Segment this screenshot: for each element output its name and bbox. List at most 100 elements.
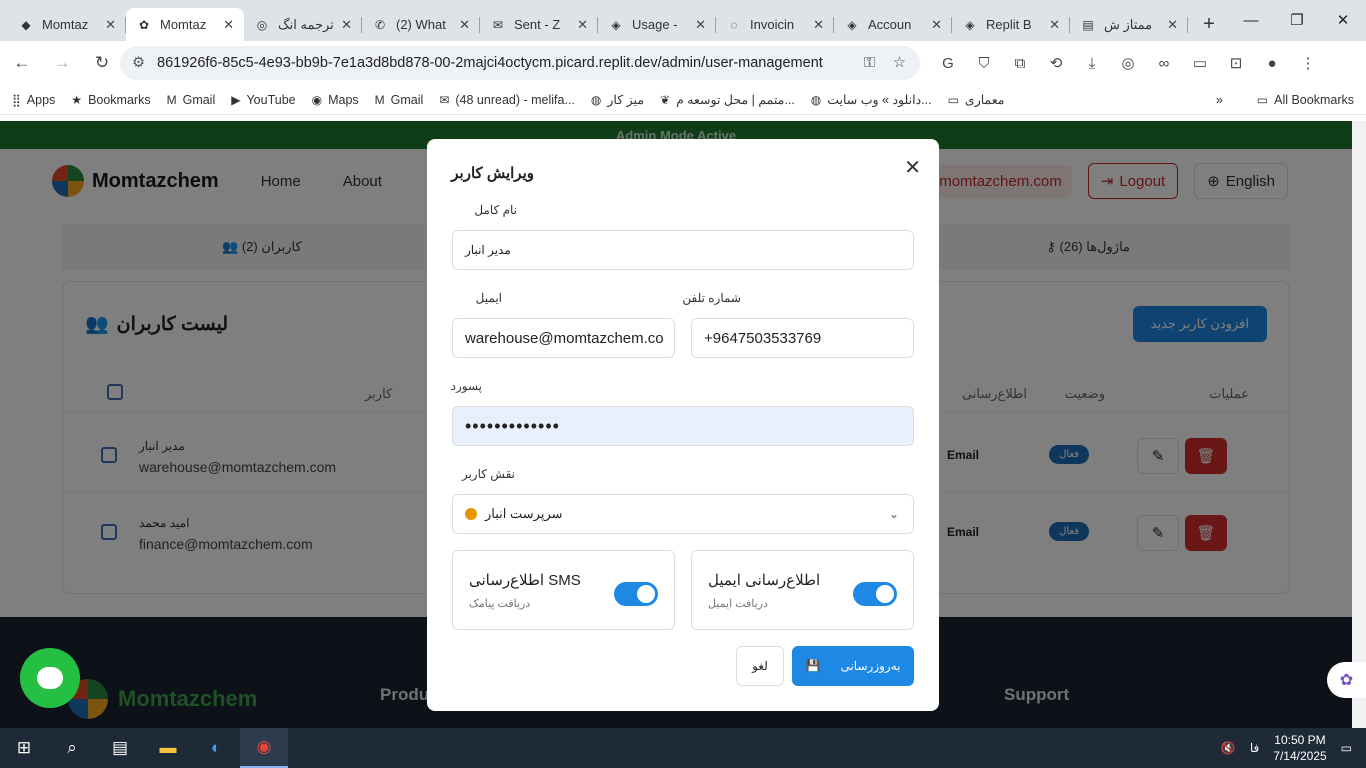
bookmark-item[interactable]: ❦ متمم | محل توسعه م...: [660, 92, 795, 108]
orange-brand-icon: ◆: [21, 17, 31, 32]
tab-close-icon[interactable]: ✕: [931, 17, 942, 33]
browser-tab[interactable]: ◌ Invoicin ✕: [716, 8, 834, 41]
link-icon[interactable]: ∞: [1146, 46, 1182, 80]
tab-title: ترجمه انگ: [278, 16, 334, 32]
bookmark-item[interactable]: ▶ YouTube: [231, 92, 295, 107]
browser-tab[interactable]: ◈ Accoun ✕: [834, 8, 952, 41]
email-label: ایمیل: [475, 291, 502, 305]
page-scrollbar[interactable]: [1352, 121, 1366, 728]
password-field[interactable]: •••••••••••••: [452, 406, 914, 446]
bookmark-label: Maps: [328, 92, 359, 107]
email-field[interactable]: warehouse@momtazchem.co: [452, 318, 675, 358]
chat-widget-button[interactable]: [20, 648, 80, 708]
browser-tab[interactable]: ▤ ممتاز ش ✕: [1070, 8, 1188, 41]
tab-close-icon[interactable]: ✕: [1167, 17, 1178, 33]
chevron-down-icon: ⌄: [888, 507, 899, 521]
bookmark-item[interactable]: ◍ دانلود » وب سایت...: [811, 92, 932, 108]
bookmarks-overflow-icon[interactable]: »: [1216, 93, 1223, 107]
bookmark-star-icon[interactable]: ☆: [893, 55, 906, 71]
tab-close-icon[interactable]: ✕: [813, 17, 824, 33]
sms-title: اطلاع‌رسانی SMS: [469, 572, 581, 589]
bookmark-item[interactable]: ▭ معماری: [948, 92, 1005, 108]
browser-tab[interactable]: ◎ ترجمه انگ ✕: [244, 8, 362, 41]
extensions-icon[interactable]: ⧉: [1002, 46, 1038, 80]
bookmark-item[interactable]: ◉ Maps: [312, 92, 359, 107]
bookmark-label: Gmail: [390, 92, 424, 107]
windows-taskbar: ⊞ ⌕ ▤ ▬ ◐ ◉ 🔇 فا 10:50 PM 7/14/2025 ▭: [0, 728, 1366, 768]
reload-button[interactable]: ↻: [84, 45, 120, 81]
browser-tab[interactable]: ✆ (2) What ✕: [362, 8, 480, 41]
tab-close-icon[interactable]: ✕: [1049, 17, 1060, 33]
close-icon[interactable]: ✕: [904, 155, 921, 180]
tab-title: Momtaz: [42, 17, 89, 32]
tab-close-icon[interactable]: ✕: [105, 17, 116, 33]
tab-search-icon[interactable]: ⊡: [1218, 46, 1254, 80]
tab-close-icon[interactable]: ✕: [577, 17, 588, 33]
role-color-dot: [465, 508, 477, 520]
browser-tab[interactable]: ◈ Usage - ✕: [598, 8, 716, 41]
bookmark-item[interactable]: M Gmail: [375, 92, 424, 107]
tab-title: Invoicin: [750, 17, 795, 32]
phone-field[interactable]: +9647503533769: [691, 318, 914, 358]
browser-tab[interactable]: ✉ Sent - Z ✕: [480, 8, 598, 41]
maximize-button[interactable]: ❐: [1274, 0, 1320, 40]
tab-close-icon[interactable]: ✕: [459, 17, 470, 33]
clock[interactable]: 10:50 PM 7/14/2025: [1273, 732, 1326, 764]
search-icon[interactable]: ⌕: [48, 728, 96, 768]
address-bar[interactable]: ⚙ 861926f6-85c5-4e93-bb9b-7e1a3d8bd878-0…: [120, 46, 920, 80]
screenshot-icon[interactable]: ◎: [1110, 46, 1146, 80]
ai-assistant-button[interactable]: ✿: [1327, 662, 1366, 698]
cancel-button[interactable]: لغو: [736, 646, 784, 686]
close-window-button[interactable]: ✕: [1320, 0, 1366, 40]
star-icon: ★: [71, 92, 83, 107]
sms-toggle[interactable]: [614, 582, 658, 606]
task-view-icon[interactable]: ▤: [96, 728, 144, 768]
bookmark-item[interactable]: ✉ (48 unread) - melifa...: [439, 92, 575, 107]
translate-icon[interactable]: G: [930, 46, 966, 80]
loading-icon: ◌: [730, 17, 738, 32]
tab-close-icon[interactable]: ✕: [341, 17, 352, 33]
back-button[interactable]: ←: [4, 45, 40, 81]
menu-kebab-icon[interactable]: ⋮: [1290, 46, 1326, 80]
bookmark-label: میز کار: [607, 93, 645, 107]
tab-close-icon[interactable]: ✕: [223, 17, 234, 33]
role-select[interactable]: سرپرست انبار ⌄: [452, 494, 914, 534]
tab-close-icon[interactable]: ✕: [695, 17, 706, 33]
bookmark-item[interactable]: M Gmail: [167, 92, 216, 107]
shield-icon[interactable]: ⛉: [966, 46, 1002, 80]
volume-muted-icon[interactable]: 🔇: [1221, 741, 1236, 755]
browser-tab[interactable]: ✿ Momtaz ✕: [126, 8, 244, 41]
site-info-icon[interactable]: ⚙: [132, 55, 145, 71]
notifications-icon[interactable]: ▭: [1341, 741, 1352, 755]
bookmark-item[interactable]: ★ Bookmarks: [71, 92, 150, 107]
browser-tab[interactable]: ◈ Replit B ✕: [952, 8, 1070, 41]
input-language[interactable]: فا: [1250, 741, 1259, 755]
replit-icon: ◈: [847, 17, 857, 32]
bookmark-item[interactable]: ⣿ Apps: [12, 92, 55, 107]
all-bookmarks[interactable]: ▭ All Bookmarks: [1257, 93, 1354, 107]
fullname-label: نام کامل: [474, 203, 517, 217]
file-explorer-icon[interactable]: ▬: [144, 728, 192, 768]
edge-icon[interactable]: ◐: [192, 728, 240, 768]
sidepanel-icon[interactable]: ▭: [1182, 46, 1218, 80]
yahoo-icon: ✉: [439, 92, 450, 107]
email-toggle[interactable]: [853, 582, 897, 606]
window-controls: — ❐ ✕: [1228, 0, 1366, 40]
password-label: پسورد: [450, 379, 482, 393]
browser-tab[interactable]: ◆ Momtaz ✕: [8, 8, 126, 41]
edit-user-modal: ویرایش کاربر ✕ نام کامل مدیر انبار ایمیل…: [427, 139, 939, 711]
minimize-button[interactable]: —: [1228, 0, 1274, 40]
bookmark-item[interactable]: ◍ میز کار: [591, 92, 645, 108]
docs-icon: ▤: [1082, 17, 1094, 32]
key-icon[interactable]: ⚿: [864, 55, 875, 71]
forward-button[interactable]: →: [44, 45, 80, 81]
profile-avatar[interactable]: ●: [1254, 46, 1290, 80]
new-tab-button[interactable]: +: [1194, 8, 1224, 41]
save-button[interactable]: 💾 به‌روزرسانی: [792, 646, 914, 686]
sms-subtitle: دریافت پیامک: [469, 598, 531, 610]
windows-start-icon[interactable]: ⊞: [0, 728, 48, 768]
history-icon[interactable]: ⟲: [1038, 46, 1074, 80]
fullname-input[interactable]: مدیر انبار: [452, 230, 914, 270]
chrome-icon[interactable]: ◉: [240, 728, 288, 768]
download-icon[interactable]: ⤓: [1074, 46, 1110, 80]
